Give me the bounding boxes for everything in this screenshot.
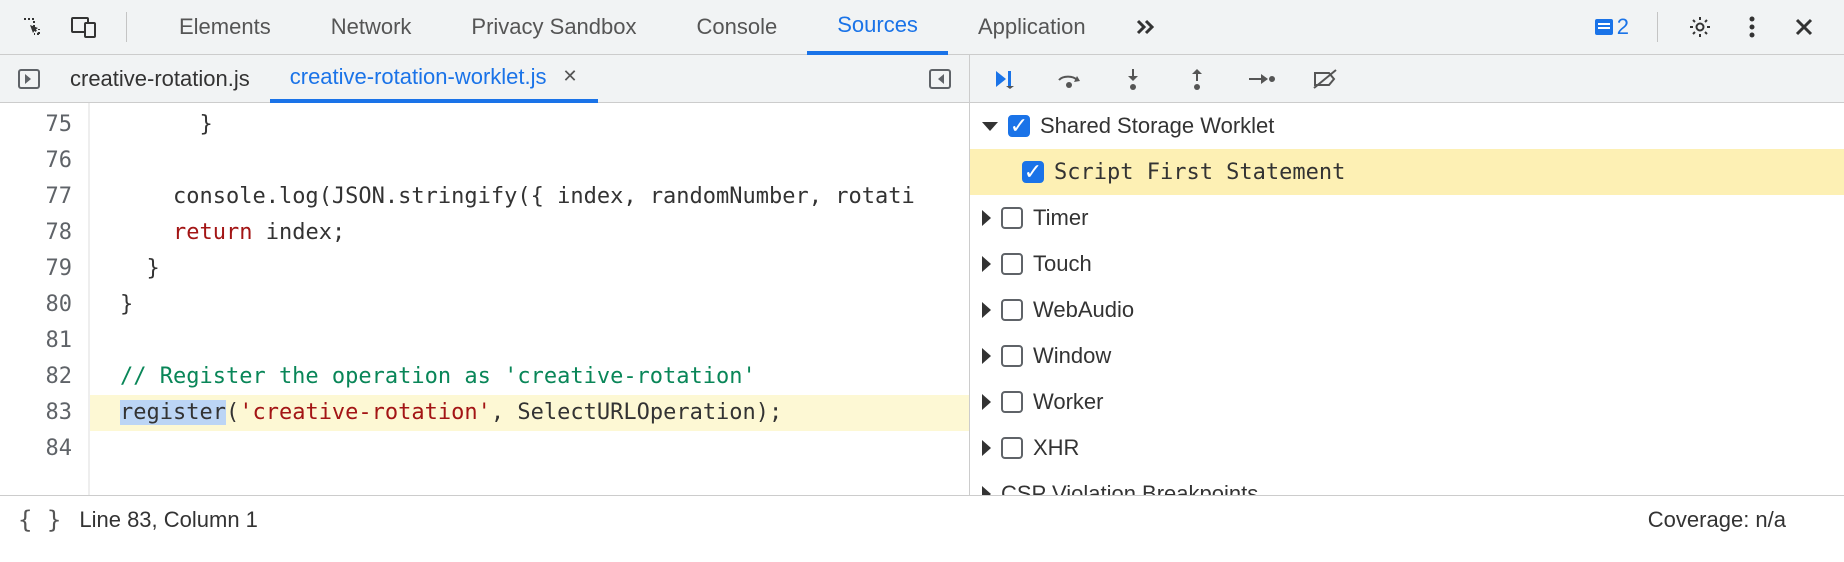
deactivate-breakpoints-icon[interactable] (1300, 59, 1350, 99)
bp-item-label: Script First Statement (1054, 160, 1345, 185)
show-navigator-icon[interactable] (8, 59, 50, 99)
bp-category-label: Shared Storage Worklet (1040, 113, 1274, 139)
settings-icon[interactable] (1680, 7, 1720, 47)
step-out-icon[interactable] (1172, 59, 1222, 99)
checkbox-icon[interactable] (1001, 253, 1023, 275)
more-options-icon[interactable] (1732, 7, 1772, 47)
bp-category-shared-storage-worklet[interactable]: ✓ Shared Storage Worklet (970, 103, 1844, 149)
checkbox-checked-icon[interactable]: ✓ (1008, 115, 1030, 137)
issues-badge[interactable]: 2 (1587, 7, 1635, 47)
cursor-position: Line 83, Column 1 (79, 507, 258, 533)
collapse-icon (982, 302, 991, 318)
tab-sources[interactable]: Sources (807, 0, 948, 55)
step-into-icon[interactable] (1108, 59, 1158, 99)
bp-category-window[interactable]: Window (970, 333, 1844, 379)
checkbox-icon[interactable] (1001, 345, 1023, 367)
device-toggle-icon[interactable] (64, 7, 104, 47)
bp-section-csp-violation[interactable]: CSP Violation Breakpoints (970, 471, 1844, 495)
panel-tabs: Elements Network Privacy Sandbox Console… (149, 0, 1567, 55)
collapse-icon (982, 440, 991, 456)
bp-section-label: CSP Violation Breakpoints (1001, 481, 1258, 495)
tab-application[interactable]: Application (948, 0, 1116, 55)
line-gutter[interactable]: 75767778798081828384 (0, 103, 90, 495)
step-over-icon[interactable] (1044, 59, 1094, 99)
collapse-icon (982, 348, 991, 364)
inspect-element-icon[interactable] (12, 7, 52, 47)
collapse-icon (982, 256, 991, 272)
editor-panel: creative-rotation.js creative-rotation-w… (0, 55, 970, 495)
source-tab-label: creative-rotation-worklet.js (290, 64, 547, 90)
source-tab-label: creative-rotation.js (70, 66, 250, 92)
collapse-icon (982, 394, 991, 410)
resume-icon[interactable] (980, 59, 1030, 99)
bp-category-label: Timer (1033, 205, 1088, 231)
checkbox-icon[interactable] (1001, 207, 1023, 229)
close-tab-icon[interactable]: ✕ (563, 66, 578, 87)
close-icon[interactable] (1784, 7, 1824, 47)
breakpoints-list: ✓ Shared Storage Worklet ✓ Script First … (970, 103, 1844, 495)
tab-console[interactable]: Console (667, 0, 808, 55)
bp-category-touch[interactable]: Touch (970, 241, 1844, 287)
code-editor[interactable]: 75767778798081828384 } console.log(JSON.… (0, 103, 969, 495)
tab-privacy-sandbox[interactable]: Privacy Sandbox (441, 0, 666, 55)
source-tab-creative-rotation-worklet-js[interactable]: creative-rotation-worklet.js ✕ (270, 55, 598, 103)
tab-network[interactable]: Network (301, 0, 442, 55)
source-tab-creative-rotation-js[interactable]: creative-rotation.js (50, 55, 270, 103)
bp-category-xhr[interactable]: XHR (970, 425, 1844, 471)
issues-count: 2 (1617, 14, 1629, 40)
bp-category-webaudio[interactable]: WebAudio (970, 287, 1844, 333)
collapse-icon (982, 486, 991, 495)
code-body[interactable]: } console.log(JSON.stringify({ index, ra… (90, 103, 969, 495)
bp-category-worker[interactable]: Worker (970, 379, 1844, 425)
more-tabs-icon[interactable] (1126, 7, 1166, 47)
pretty-print-icon[interactable]: { } (18, 506, 61, 534)
checkbox-icon[interactable] (1001, 437, 1023, 459)
editor-statusbar: { } Line 83, Column 1 Coverage: n/a (0, 495, 1844, 544)
tab-elements[interactable]: Elements (149, 0, 301, 55)
expand-icon (982, 122, 998, 131)
step-icon[interactable] (1236, 59, 1286, 99)
bp-item-script-first-statement[interactable]: ✓ Script First Statement (970, 149, 1844, 195)
coverage-status: Coverage: n/a (1648, 507, 1786, 533)
checkbox-checked-icon[interactable]: ✓ (1022, 161, 1044, 183)
bp-category-label: WebAudio (1033, 297, 1134, 323)
bp-category-label: Window (1033, 343, 1111, 369)
show-debugger-icon[interactable] (919, 59, 961, 99)
collapse-icon (982, 210, 991, 226)
bp-category-label: Touch (1033, 251, 1092, 277)
devtools-toolbar: Elements Network Privacy Sandbox Console… (0, 0, 1844, 55)
bp-category-timer[interactable]: Timer (970, 195, 1844, 241)
checkbox-icon[interactable] (1001, 299, 1023, 321)
bp-category-label: XHR (1033, 435, 1079, 461)
bp-category-label: Worker (1033, 389, 1104, 415)
checkbox-icon[interactable] (1001, 391, 1023, 413)
debugger-panel: ✓ Shared Storage Worklet ✓ Script First … (970, 55, 1844, 495)
